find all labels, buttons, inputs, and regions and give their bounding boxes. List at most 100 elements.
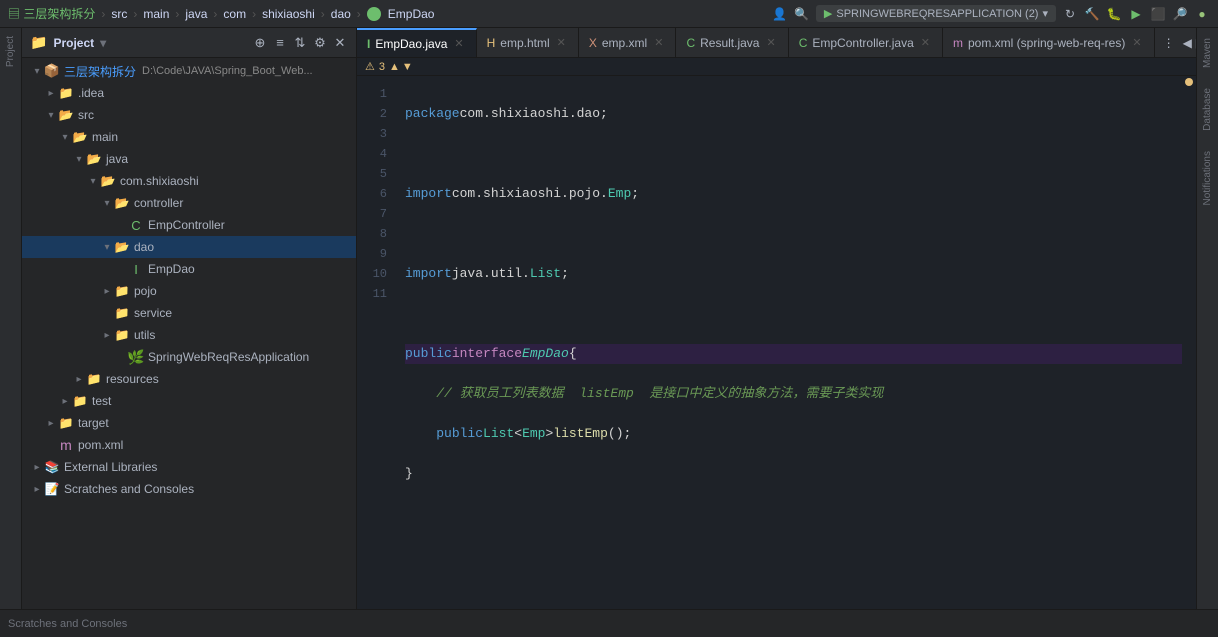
idea-label: .idea xyxy=(78,86,104,100)
src-label: src xyxy=(78,108,94,122)
idea-folder-icon xyxy=(58,85,74,101)
breadcrumb-empdao[interactable]: EmpDao xyxy=(388,7,435,21)
collapse-all-icon[interactable]: ≡ xyxy=(272,35,288,51)
user-icon2[interactable]: ● xyxy=(1194,6,1210,22)
code-line-6 xyxy=(405,304,1182,324)
editor-warnings-bar: ⚠ 3 ▲ ▼ xyxy=(357,58,1196,76)
breadcrumb-project[interactable]: ▤ 三层架构拆分 xyxy=(8,5,95,22)
search-icon[interactable]: 🔍 xyxy=(794,6,810,22)
scratches-label: Scratches and Consoles xyxy=(64,482,194,496)
tab-emp-html[interactable]: H emp.html ✕ xyxy=(477,28,579,58)
project-dropdown-icon[interactable]: ▾ xyxy=(100,36,106,50)
empdao-label: EmpDao xyxy=(148,262,195,276)
tree-item-dao[interactable]: dao xyxy=(22,236,356,258)
debug-icon[interactable]: 🐛 xyxy=(1106,6,1122,22)
tree-item-scratches[interactable]: 📝 Scratches and Consoles xyxy=(22,478,356,500)
tree-item-idea[interactable]: .idea xyxy=(22,82,356,104)
idea-arrow xyxy=(44,88,58,99)
main-area: Project 📁 Project ▾ ⊕ ≡ ⇅ ⚙ ✕ xyxy=(0,28,1218,609)
tree-item-resources[interactable]: resources xyxy=(22,368,356,390)
empcontroller-tab-close[interactable]: ✕ xyxy=(919,35,932,50)
code-line-10: } xyxy=(405,464,1182,484)
database-panel-toggle[interactable]: Database xyxy=(1200,82,1215,137)
notifications-panel-toggle[interactable]: Notifications xyxy=(1200,145,1215,211)
tree-item-utils[interactable]: utils xyxy=(22,324,356,346)
tree-item-com-shixiaoshi[interactable]: com.shixiaoshi xyxy=(22,170,356,192)
empdao-tab-close[interactable]: ✕ xyxy=(452,36,465,51)
project-title-label: Project xyxy=(53,36,94,50)
spring-app-icon: 🌿 xyxy=(128,349,144,365)
tab-result[interactable]: C Result.java ✕ xyxy=(676,28,788,58)
ext-libs-icon: 📚 xyxy=(44,459,60,475)
close-panel-icon[interactable]: ✕ xyxy=(332,35,348,51)
pom-tab-close[interactable]: ✕ xyxy=(1130,35,1143,50)
maven-panel-toggle[interactable]: Maven xyxy=(1200,32,1215,74)
breadcrumb-dao[interactable]: dao xyxy=(331,7,351,21)
tree-item-pom[interactable]: m pom.xml xyxy=(22,434,356,456)
tab-overflow-menu[interactable]: ⋮ ◀ ▶ xyxy=(1155,36,1196,50)
magnifier-icon[interactable]: 🔎 xyxy=(1172,6,1188,22)
breadcrumb-shixiaoshi[interactable]: shixiaoshi xyxy=(262,7,315,21)
tab-empdao[interactable]: I EmpDao.java ✕ xyxy=(357,28,477,58)
settings-icon[interactable]: ⚙ xyxy=(312,35,328,51)
project-folder-icon: 📦 xyxy=(44,63,60,79)
com-arrow xyxy=(86,176,100,187)
emp-xml-tab-close[interactable]: ✕ xyxy=(652,35,665,50)
gutter-warning-marker xyxy=(1185,78,1193,86)
tree-item-empdao[interactable]: I EmpDao xyxy=(22,258,356,280)
breadcrumb-java[interactable]: java xyxy=(185,7,207,21)
test-arrow xyxy=(58,396,72,407)
sort-icon[interactable]: ⇅ xyxy=(292,35,308,51)
tree-item-test[interactable]: test xyxy=(22,390,356,412)
breadcrumb-main[interactable]: main xyxy=(143,7,169,21)
result-tab-close[interactable]: ✕ xyxy=(764,35,777,50)
tree-item-src[interactable]: src xyxy=(22,104,356,126)
profile-icon[interactable]: 👤 xyxy=(772,6,788,22)
top-navigation-bar: ▤ 三层架构拆分 › src › main › java › com › shi… xyxy=(0,0,1218,28)
breadcrumb-com[interactable]: com xyxy=(223,7,246,21)
line-numbers: 1 2 3 4 5 6 7 8 9 10 11 xyxy=(357,76,397,609)
pom-label: pom.xml xyxy=(78,438,123,452)
tab-pom-xml[interactable]: m pom.xml (spring-web-req-res) ✕ xyxy=(943,28,1155,58)
tree-item-target[interactable]: target xyxy=(22,412,356,434)
tree-item-empcontroller[interactable]: C EmpController xyxy=(22,214,356,236)
warning-nav-up[interactable]: ▲ xyxy=(389,61,400,73)
project-panel-toggle[interactable]: Project xyxy=(3,32,18,71)
controller-folder-icon xyxy=(114,195,130,211)
right-sidebar: Maven Database Notifications xyxy=(1196,28,1218,609)
spring-app-label: SpringWebReqResApplication xyxy=(148,350,309,364)
stop-icon[interactable]: ⬛ xyxy=(1150,6,1166,22)
tree-item-pojo[interactable]: pojo xyxy=(22,280,356,302)
utils-arrow xyxy=(100,330,114,341)
tab-scroll-left[interactable]: ◀ xyxy=(1183,36,1192,50)
tree-item-service[interactable]: service xyxy=(22,302,356,324)
build-icon[interactable]: 🔨 xyxy=(1084,6,1100,22)
main-label: main xyxy=(92,130,118,144)
breadcrumb: ▤ 三层架构拆分 › src › main › java › com › shi… xyxy=(8,5,434,22)
empdao-java-icon: I xyxy=(128,261,144,277)
warning-nav-down[interactable]: ▼ xyxy=(402,61,413,73)
tree-item-main[interactable]: main xyxy=(22,126,356,148)
run-config-label: SPRINGWEBREQRESAPPLICATION (2) xyxy=(836,8,1038,20)
ext-libs-arrow xyxy=(30,462,44,473)
tab-empcontroller[interactable]: C EmpController.java ✕ xyxy=(789,28,943,58)
tree-root[interactable]: 📦 三层架构拆分 D:\Code\JAVA\Spring_Boot_Web... xyxy=(22,60,356,82)
locate-icon[interactable]: ⊕ xyxy=(252,35,268,51)
breadcrumb-src[interactable]: src xyxy=(111,7,127,21)
pom-icon: m xyxy=(58,437,74,453)
code-text[interactable]: package com.shixiaoshi.dao; import com.s… xyxy=(397,76,1182,609)
code-editor[interactable]: 1 2 3 4 5 6 7 8 9 10 11 package com.shix… xyxy=(357,76,1196,609)
tab-emp-xml[interactable]: X emp.xml ✕ xyxy=(579,28,677,58)
tree-item-external-libs[interactable]: 📚 External Libraries xyxy=(22,456,356,478)
dao-arrow xyxy=(100,242,114,253)
emp-html-tab-close[interactable]: ✕ xyxy=(555,35,568,50)
update-icon[interactable]: ↻ xyxy=(1062,6,1078,22)
tree-item-controller[interactable]: controller xyxy=(22,192,356,214)
run-config-button[interactable]: ▶ SPRINGWEBREQRESAPPLICATION (2) ▾ xyxy=(816,5,1056,22)
tree-item-java[interactable]: java xyxy=(22,148,356,170)
tab-overflow-icon: ⋮ xyxy=(1163,36,1175,50)
empdao-tab-label: EmpDao.java xyxy=(375,37,447,51)
run-icon[interactable]: ▶ xyxy=(1128,6,1144,22)
emp-xml-tab-label: emp.xml xyxy=(602,36,647,50)
tree-item-spring-app[interactable]: 🌿 SpringWebReqResApplication xyxy=(22,346,356,368)
